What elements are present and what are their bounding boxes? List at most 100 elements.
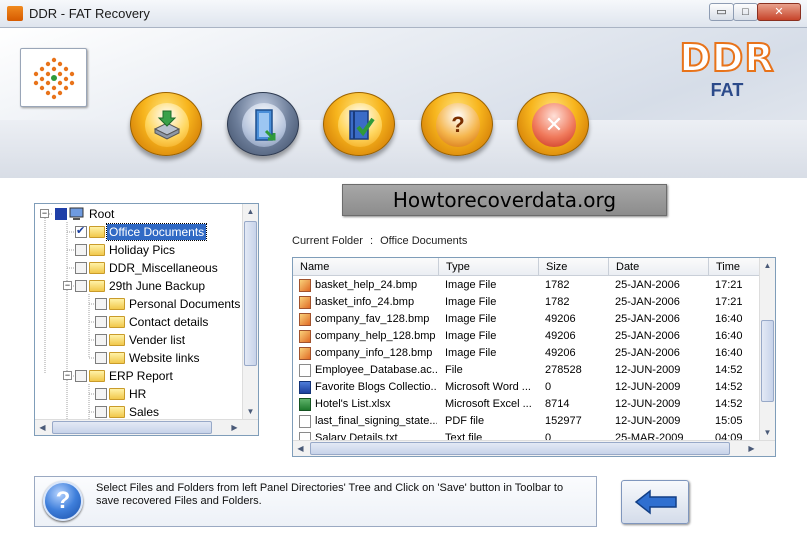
tree-item[interactable]: Personal Documents: [35, 295, 245, 313]
tree-item-label: Vender list: [129, 333, 186, 347]
tree-item[interactable]: Website links: [35, 349, 245, 367]
table-row[interactable]: basket_info_24.bmp Image File 1782 25-JAN-2…: [293, 294, 763, 311]
tree-item-checkbox[interactable]: [95, 352, 107, 364]
app-icon: [7, 6, 23, 21]
tree-item[interactable]: − ERP Report: [35, 367, 245, 385]
scroll-up-icon[interactable]: ▲: [760, 258, 775, 273]
tree-item-checkbox[interactable]: [95, 388, 107, 400]
scroll-thumb[interactable]: [52, 421, 212, 434]
tree-item[interactable]: Holiday Pics: [35, 241, 245, 259]
save-drive-icon: [153, 110, 181, 140]
tree-item-checkbox[interactable]: [75, 370, 87, 382]
exit-button[interactable]: ✕: [517, 92, 589, 156]
file-list[interactable]: Name Type Size Date Time basket_help_24.…: [292, 257, 776, 457]
help-question-icon[interactable]: ?: [43, 481, 83, 521]
tree-horizontal-scrollbar[interactable]: ◀ ▶: [35, 419, 258, 435]
file-icon: [299, 364, 311, 377]
list-vertical-scrollbar[interactable]: ▲ ▼: [759, 258, 775, 440]
brand-name: DDR: [678, 35, 775, 81]
directory-tree[interactable]: − Root Office Documents Holiday Pics DDR_M…: [34, 203, 259, 436]
tree-item[interactable]: Contact details: [35, 313, 245, 331]
tree-item[interactable]: Vender list: [35, 331, 245, 349]
list-header: Name Type Size Date Time: [293, 258, 763, 276]
table-row[interactable]: Favorite Blogs Collectio... Microsoft Wor…: [293, 379, 763, 396]
help-text: Select Files and Folders from left Panel…: [96, 482, 564, 507]
tree-item-checkbox[interactable]: [95, 298, 107, 310]
table-row[interactable]: company_info_128.bmp Image File 49206 25-JA…: [293, 345, 763, 362]
column-header-size[interactable]: Size: [539, 258, 609, 276]
scroll-down-icon[interactable]: ▼: [243, 404, 258, 419]
cell-size: 278528: [545, 364, 582, 376]
folder-icon: [89, 244, 105, 256]
root-checkbox[interactable]: [55, 208, 67, 220]
tree-item-checkbox[interactable]: [75, 224, 87, 238]
tree-item-label: 29th June Backup: [109, 279, 206, 293]
cell-time: 14:52: [715, 364, 743, 376]
column-header-time[interactable]: Time: [709, 258, 763, 276]
open-button[interactable]: [227, 92, 299, 156]
scroll-right-icon[interactable]: ▶: [744, 441, 759, 456]
tree-item[interactable]: DDR_Miscellaneous: [35, 259, 245, 277]
table-row[interactable]: company_fav_128.bmp Image File 49206 25-JAN…: [293, 311, 763, 328]
table-row[interactable]: Employee_Database.ac... File 278528 12-JUN-…: [293, 362, 763, 379]
tree-item-label: Website links: [129, 351, 200, 365]
tree-item-checkbox[interactable]: [75, 262, 87, 274]
cell-size: 1782: [545, 279, 570, 291]
scroll-thumb[interactable]: [244, 221, 257, 366]
tree-item-checkbox[interactable]: [75, 244, 87, 256]
cell-type: Image File: [445, 330, 497, 342]
cell-time: 17:21: [715, 279, 743, 291]
tree-root[interactable]: − Root: [35, 205, 235, 223]
collapse-toggle[interactable]: −: [63, 371, 72, 380]
tree-item[interactable]: Office Documents: [35, 223, 245, 241]
column-header-name[interactable]: Name: [293, 258, 439, 276]
minimize-button[interactable]: ▭: [709, 3, 734, 21]
cell-size: 1782: [545, 296, 570, 308]
collapse-toggle[interactable]: −: [40, 209, 49, 218]
cell-name: basket_help_24.bmp: [315, 279, 418, 291]
column-header-date[interactable]: Date: [609, 258, 709, 276]
site-banner: Howtorecoverdata.org: [342, 184, 667, 216]
file-icon: [299, 415, 311, 428]
scroll-thumb[interactable]: [761, 320, 774, 402]
tree-item-checkbox[interactable]: [95, 334, 107, 346]
cell-size: 49206: [545, 330, 576, 342]
cell-date: 12-JUN-2009: [615, 415, 681, 427]
cell-time: 16:40: [715, 347, 743, 359]
scroll-left-icon[interactable]: ◀: [293, 441, 308, 456]
tree-item-checkbox[interactable]: [95, 406, 107, 418]
tree-item-label: DDR_Miscellaneous: [109, 261, 218, 275]
back-button[interactable]: [621, 480, 689, 524]
tree-item-label: Holiday Pics: [109, 243, 176, 257]
collapse-toggle[interactable]: −: [63, 281, 72, 290]
table-row[interactable]: Hotel's List.xlsx Microsoft Excel ... 8714…: [293, 396, 763, 413]
scroll-down-icon[interactable]: ▼: [760, 425, 775, 440]
tree-vertical-scrollbar[interactable]: ▲ ▼: [242, 204, 258, 419]
file-icon: [299, 296, 311, 309]
file-icon: [299, 279, 311, 292]
tree-item-checkbox[interactable]: [75, 280, 87, 292]
check-button[interactable]: [323, 92, 395, 156]
help-button[interactable]: ?: [421, 92, 493, 156]
scroll-right-icon[interactable]: ▶: [227, 420, 242, 435]
table-row[interactable]: last_final_signing_state... PDF file 15297…: [293, 413, 763, 430]
tree-item-label: Contact details: [129, 315, 209, 329]
cell-name: Hotel's List.xlsx: [315, 398, 391, 410]
column-header-type[interactable]: Type: [439, 258, 539, 276]
tree-item-label: Personal Documents: [129, 297, 241, 311]
maximize-button[interactable]: □: [733, 3, 758, 21]
tree-item[interactable]: − 29th June Backup: [35, 277, 245, 295]
table-row[interactable]: basket_help_24.bmp Image File 1782 25-JAN-2…: [293, 277, 763, 294]
scroll-left-icon[interactable]: ◀: [35, 420, 50, 435]
scroll-thumb[interactable]: [310, 442, 730, 455]
close-window-button[interactable]: ✕: [757, 3, 801, 21]
scroll-up-icon[interactable]: ▲: [243, 204, 258, 219]
window-title: DDR - FAT Recovery: [29, 6, 150, 21]
list-horizontal-scrollbar[interactable]: ◀ ▶: [293, 440, 775, 456]
tree-item[interactable]: HR: [35, 385, 245, 403]
table-row[interactable]: company_help_128.bmp Image File 49206 25-JA…: [293, 328, 763, 345]
save-button[interactable]: [130, 92, 202, 156]
tree-item-checkbox[interactable]: [95, 316, 107, 328]
back-arrow-icon: [634, 489, 677, 515]
brand-logo: DDR FAT: [677, 35, 777, 100]
